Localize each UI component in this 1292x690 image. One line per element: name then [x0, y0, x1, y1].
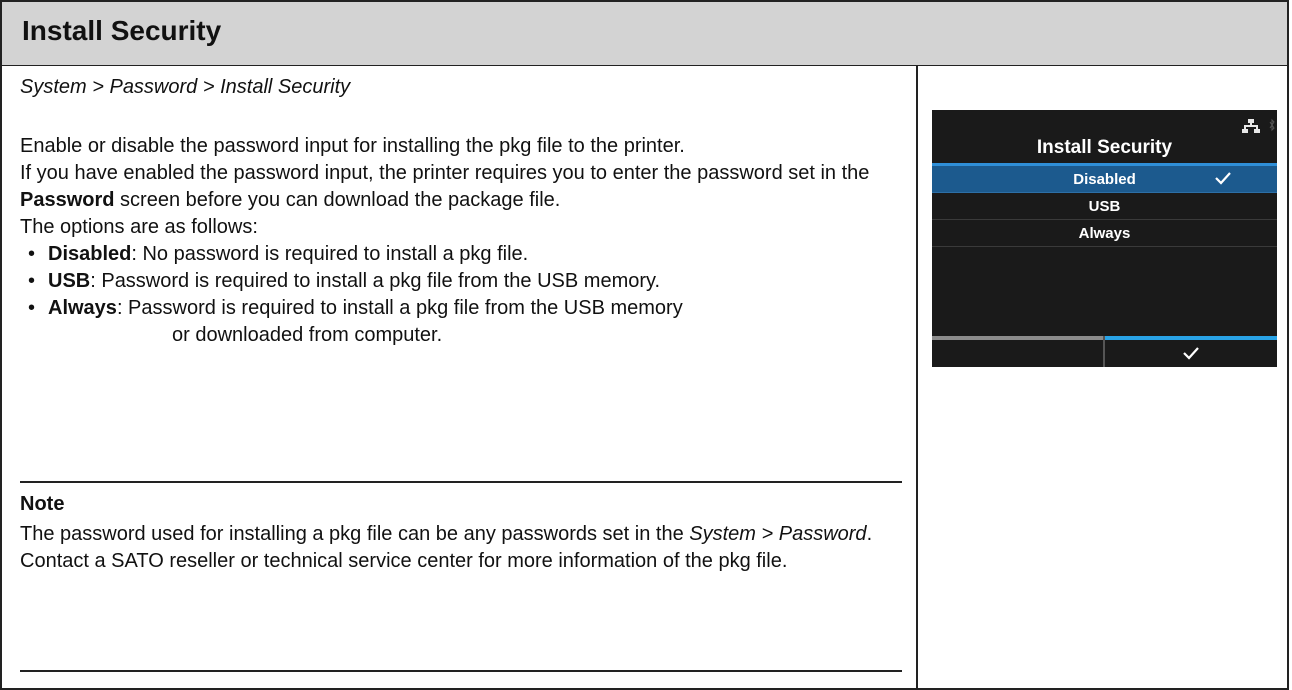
description-line2: If you have enabled the password input, … — [20, 160, 900, 214]
password-screen-name: Password — [20, 189, 115, 211]
lcd-back-button[interactable] — [932, 336, 1103, 367]
description-line1: Enable or disable the password input for… — [20, 135, 685, 157]
lcd-confirm-button[interactable] — [1105, 336, 1277, 367]
option-name: Disabled — [48, 243, 132, 265]
bullet: • — [28, 297, 36, 319]
option-name: USB — [48, 270, 91, 292]
printer-lcd-screen: Install Security Disabled USB Always — [932, 110, 1277, 367]
option-item-always: • Always: Password is required to install… — [28, 295, 900, 349]
note-line1: The password used for installing a pkg f… — [20, 521, 900, 548]
option-desc: : Password is required to install a pkg … — [116, 297, 683, 319]
note-title: Note — [20, 493, 65, 515]
option-desc: : No password is required to install a p… — [131, 243, 529, 265]
note-line1-post: . — [866, 523, 873, 545]
status-icons — [1241, 118, 1271, 134]
page-title: Install Security — [22, 15, 222, 46]
lcd-option-label: Always — [1078, 225, 1131, 242]
note-line1-pre: The password used for installing a pkg f… — [20, 523, 690, 545]
check-icon — [1215, 172, 1231, 185]
note-bottom-rule — [20, 670, 902, 672]
options-list: • Disabled: No password is required to in… — [20, 241, 900, 349]
description-line2-pre: If you have enabled the password input, … — [20, 162, 870, 184]
breadcrumb: System > Password > Install Security — [20, 76, 351, 98]
note-menu-path: System > Password — [689, 523, 867, 545]
description-line3: The options are as follows: — [20, 216, 258, 238]
bluetooth-icon — [1269, 118, 1275, 132]
option-item-disabled: • Disabled: No password is required to in… — [28, 241, 900, 268]
option-desc-continued: or downloaded from computer. — [172, 324, 443, 346]
description: Enable or disable the password input for… — [20, 133, 900, 349]
page-header: Install Security — [0, 0, 1289, 66]
lcd-option-usb[interactable]: USB — [932, 193, 1277, 220]
option-name: Always — [48, 297, 117, 319]
lcd-option-label: Disabled — [1073, 171, 1136, 188]
lcd-option-disabled[interactable]: Disabled — [932, 166, 1277, 193]
description-line2-post: screen before you can download the packa… — [114, 189, 561, 211]
note-top-rule — [20, 481, 902, 483]
bullet: • — [28, 270, 36, 292]
lcd-title: Install Security — [1036, 137, 1173, 158]
column-divider — [916, 66, 918, 688]
bullet: • — [28, 243, 36, 265]
note-line2: Contact a SATO reseller or technical ser… — [20, 550, 788, 572]
option-desc: : Password is required to install a pkg … — [90, 270, 661, 292]
network-icon — [1242, 119, 1260, 133]
note-body: The password used for installing a pkg f… — [20, 521, 900, 575]
check-icon — [1183, 347, 1199, 360]
lcd-option-always[interactable]: Always — [932, 220, 1277, 247]
lcd-option-label: USB — [1088, 198, 1121, 215]
option-item-usb: • USB: Password is required to install a … — [28, 268, 900, 295]
